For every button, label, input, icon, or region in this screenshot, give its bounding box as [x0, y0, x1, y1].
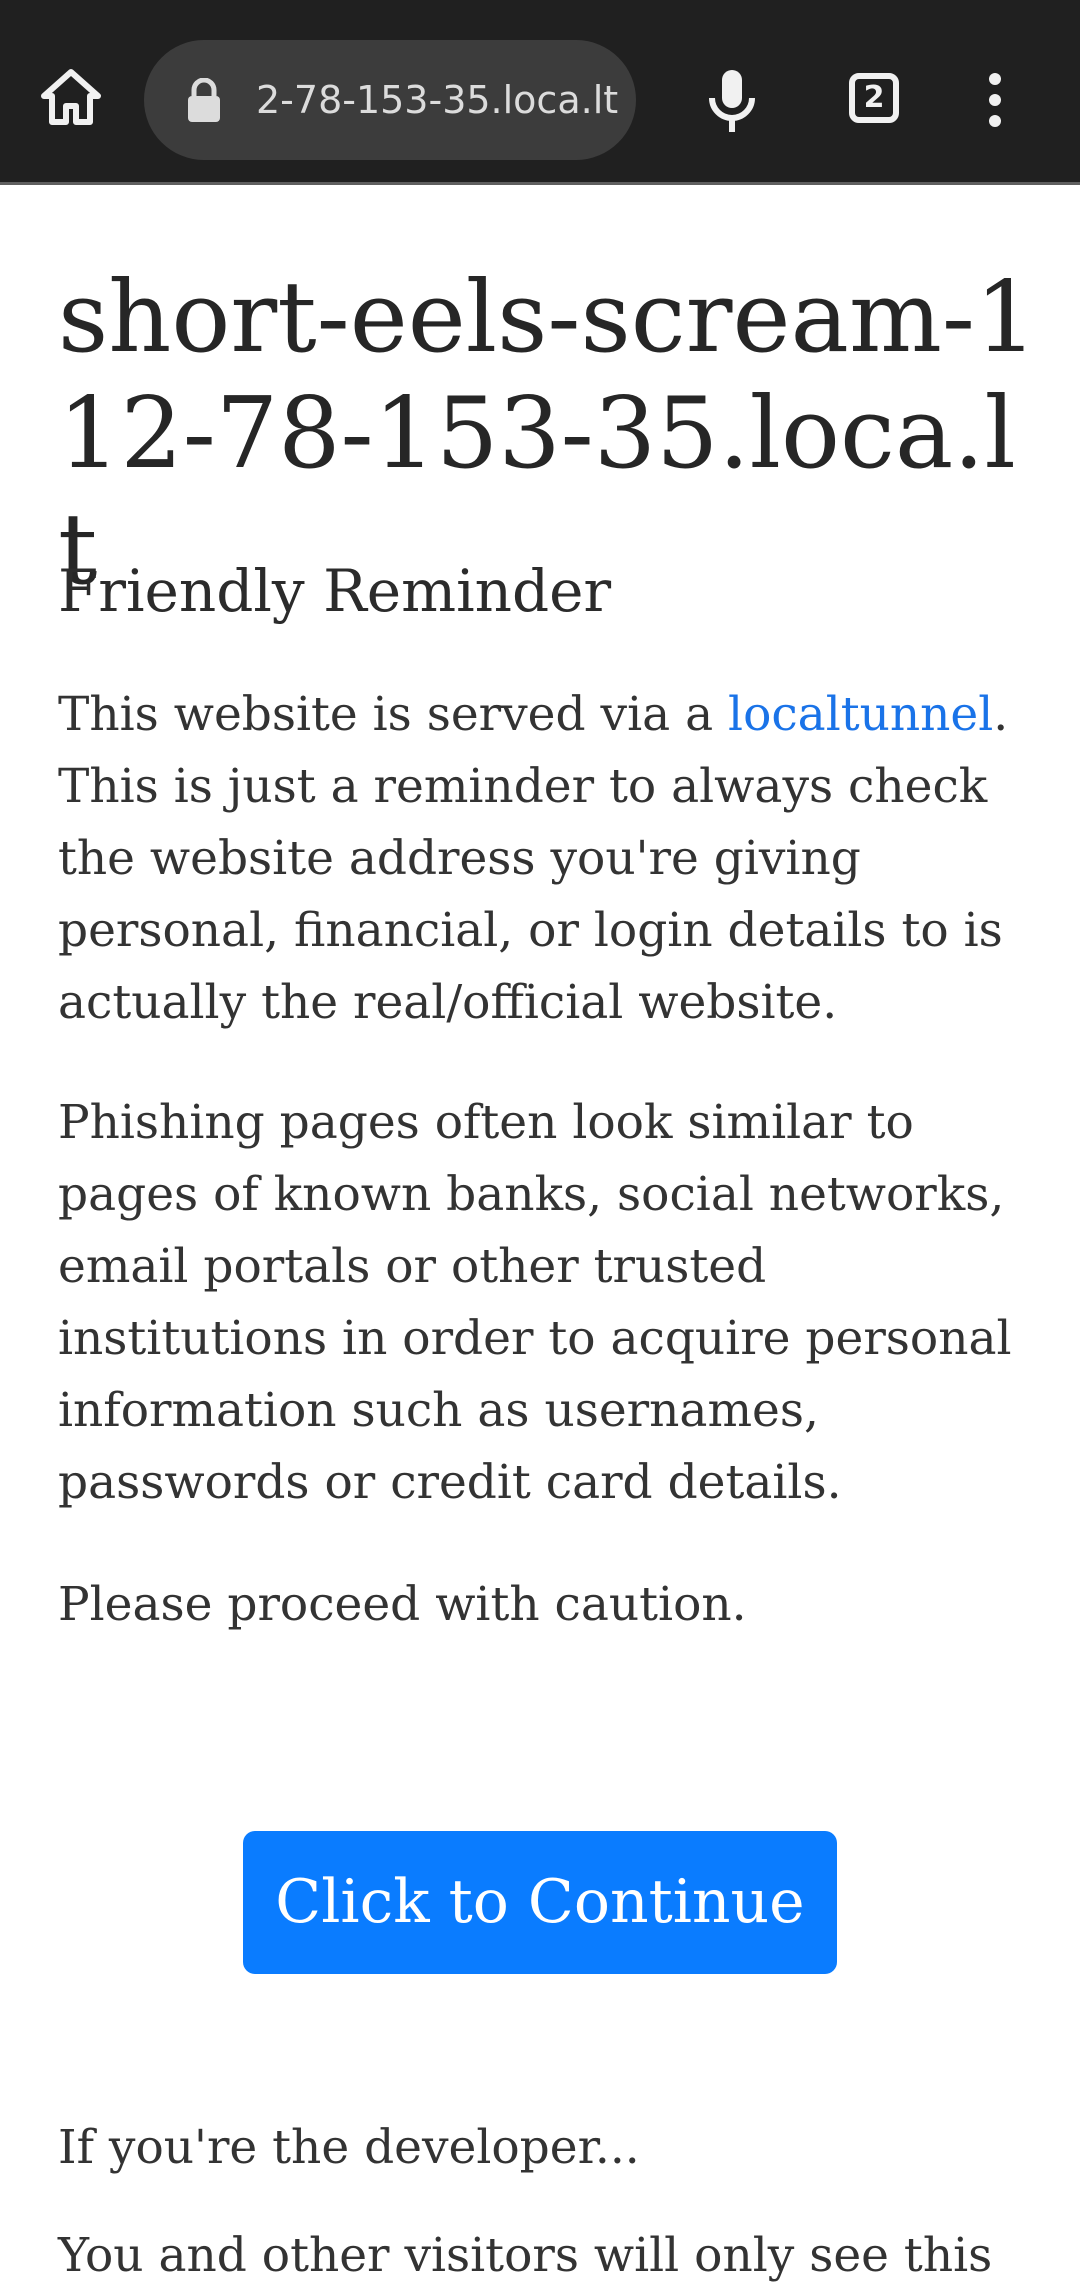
phishing-paragraph: Phishing pages often look similar to pag…	[58, 1095, 1012, 1510]
intro-prefix: This website is served via a	[58, 687, 729, 742]
browser-toolbar: 2-78-153-35.loca.lt 2	[0, 0, 1080, 185]
continue-button[interactable]: Click to Continue	[243, 1831, 837, 1974]
address-bar[interactable]: 2-78-153-35.loca.lt	[144, 40, 636, 160]
caution-paragraph: Please proceed with caution.	[58, 1577, 747, 1632]
url-text[interactable]: 2-78-153-35.loca.lt	[256, 40, 618, 160]
lock-icon	[186, 77, 222, 122]
home-icon[interactable]	[40, 66, 102, 128]
developer-heading: If you're the developer...	[58, 2120, 640, 2175]
intro-paragraph: This website is served via a localtunnel…	[58, 679, 1038, 1039]
more-vert-icon[interactable]	[980, 72, 1010, 128]
microphone-icon[interactable]	[702, 66, 762, 136]
tab-count-button[interactable]: 2	[849, 73, 899, 123]
developer-text: You and other visitors will only see thi…	[58, 2228, 993, 2283]
localtunnel-link[interactable]: localtunnel	[728, 687, 993, 742]
friendly-reminder-heading: Friendly Reminder	[58, 557, 612, 625]
